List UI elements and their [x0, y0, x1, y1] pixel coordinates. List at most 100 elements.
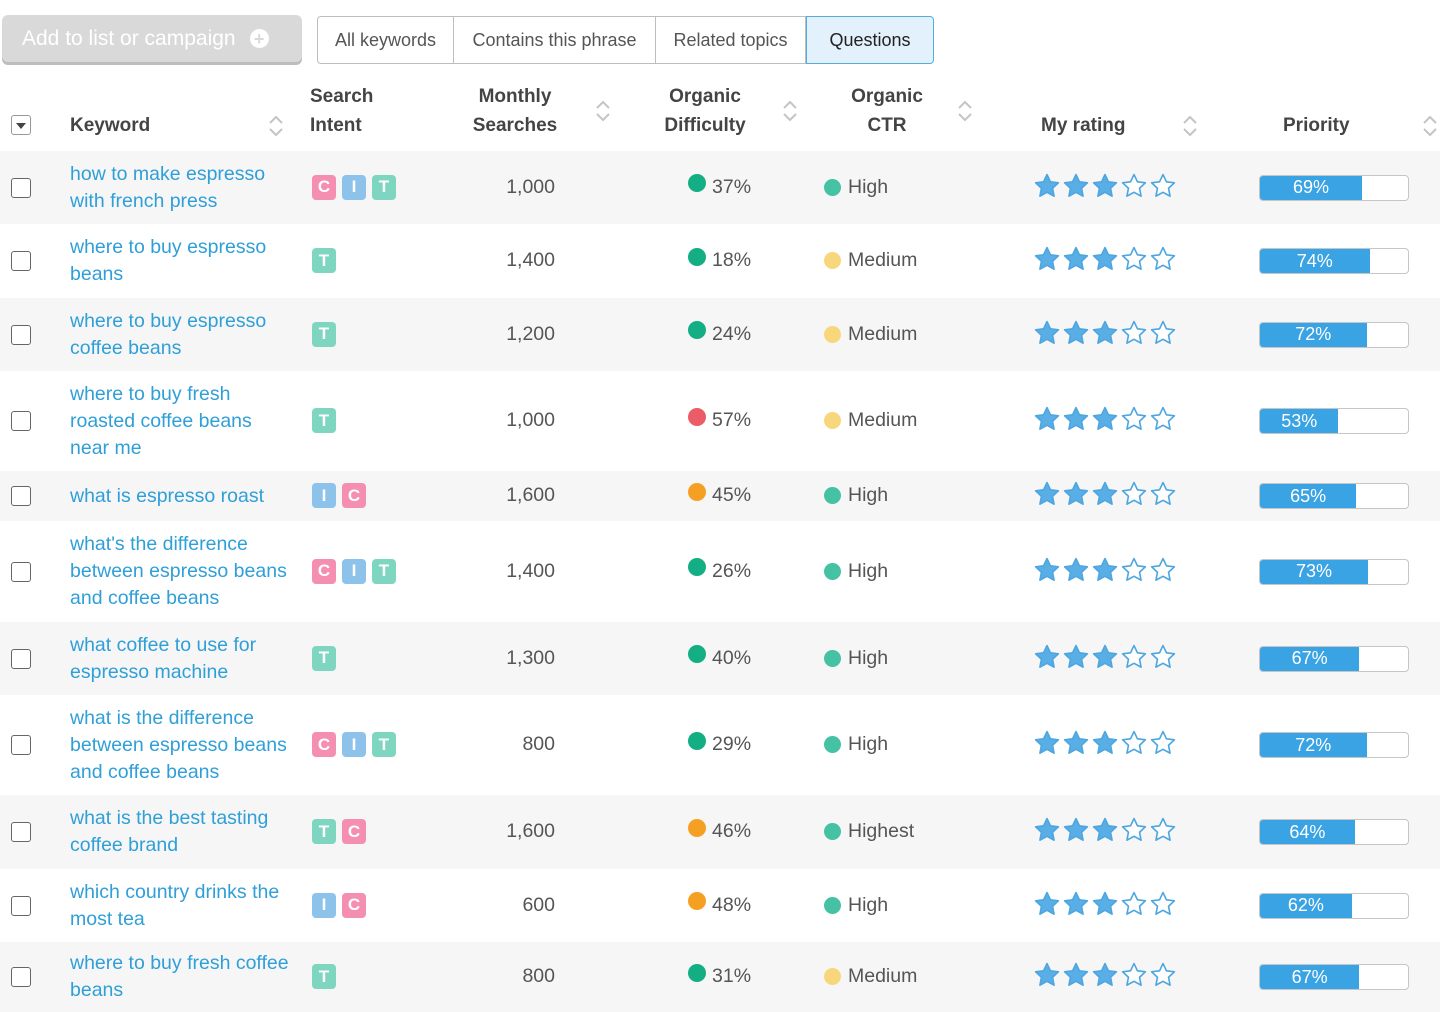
star-filled-icon[interactable] [1033, 245, 1061, 278]
header-organic-ctr[interactable]: Organic CTR [832, 82, 942, 140]
my-rating-stars[interactable] [1033, 556, 1177, 589]
sort-keyword-icon[interactable] [268, 114, 284, 138]
star-filled-icon[interactable] [1091, 245, 1119, 278]
header-keyword[interactable]: Keyword [70, 111, 150, 140]
star-filled-icon[interactable] [1033, 405, 1061, 438]
star-empty-icon[interactable] [1149, 816, 1177, 849]
star-empty-icon[interactable] [1120, 816, 1148, 849]
row-checkbox[interactable] [11, 648, 31, 669]
star-filled-icon[interactable] [1033, 319, 1061, 352]
star-filled-icon[interactable] [1033, 172, 1061, 205]
row-checkbox[interactable] [11, 324, 31, 345]
star-filled-icon[interactable] [1091, 172, 1119, 205]
star-filled-icon[interactable] [1062, 961, 1090, 994]
star-empty-icon[interactable] [1149, 480, 1177, 513]
header-monthly-searches[interactable]: Monthly Searches [460, 82, 570, 140]
my-rating-stars[interactable] [1033, 890, 1177, 923]
my-rating-stars[interactable] [1033, 816, 1177, 849]
my-rating-stars[interactable] [1033, 245, 1177, 278]
row-checkbox[interactable] [11, 411, 31, 431]
star-empty-icon[interactable] [1149, 405, 1177, 438]
star-empty-icon[interactable] [1149, 643, 1177, 676]
tab-all-keywords[interactable]: All keywords [317, 16, 454, 64]
star-empty-icon[interactable] [1120, 729, 1148, 762]
row-checkbox[interactable] [11, 486, 31, 506]
sort-ctr-icon[interactable] [957, 99, 973, 123]
star-filled-icon[interactable] [1062, 729, 1090, 762]
keyword-link[interactable]: how to make espresso with french press [70, 161, 295, 215]
star-filled-icon[interactable] [1091, 319, 1119, 352]
star-filled-icon[interactable] [1062, 556, 1090, 589]
star-filled-icon[interactable] [1033, 480, 1061, 513]
keyword-link[interactable]: what is the difference between espresso … [70, 705, 295, 786]
star-empty-icon[interactable] [1120, 245, 1148, 278]
star-filled-icon[interactable] [1062, 816, 1090, 849]
star-filled-icon[interactable] [1062, 643, 1090, 676]
star-filled-icon[interactable] [1033, 643, 1061, 676]
star-filled-icon[interactable] [1062, 480, 1090, 513]
star-filled-icon[interactable] [1033, 556, 1061, 589]
keyword-link[interactable]: what coffee to use for espresso machine [70, 632, 295, 686]
keyword-link[interactable]: what is espresso roast [70, 483, 295, 510]
star-filled-icon[interactable] [1033, 890, 1061, 923]
star-filled-icon[interactable] [1033, 816, 1061, 849]
star-empty-icon[interactable] [1149, 556, 1177, 589]
keyword-link[interactable]: where to buy fresh coffee beans [70, 950, 295, 1004]
star-empty-icon[interactable] [1149, 729, 1177, 762]
star-filled-icon[interactable] [1062, 319, 1090, 352]
add-to-list-button[interactable]: Add to list or campaign + [2, 15, 302, 62]
select-all-dropdown-checkbox[interactable] [11, 115, 31, 135]
row-checkbox[interactable] [11, 251, 31, 271]
my-rating-stars[interactable] [1033, 319, 1177, 352]
star-empty-icon[interactable] [1120, 961, 1148, 994]
keyword-link[interactable]: which country drinks the most tea [70, 879, 295, 933]
row-checkbox[interactable] [11, 735, 31, 755]
row-checkbox[interactable] [11, 561, 31, 582]
star-empty-icon[interactable] [1149, 319, 1177, 352]
tab-related-topics[interactable]: Related topics [656, 16, 806, 64]
star-filled-icon[interactable] [1033, 961, 1061, 994]
star-empty-icon[interactable] [1149, 172, 1177, 205]
my-rating-stars[interactable] [1033, 643, 1177, 676]
star-filled-icon[interactable] [1033, 729, 1061, 762]
star-filled-icon[interactable] [1062, 172, 1090, 205]
sort-monthly-icon[interactable] [595, 99, 611, 123]
header-my-rating[interactable]: My rating [1041, 111, 1125, 140]
tab-questions[interactable]: Questions [806, 16, 934, 64]
sort-rating-icon[interactable] [1182, 114, 1198, 138]
keyword-link[interactable]: what is the best tasting coffee brand [70, 805, 295, 859]
header-organic-difficulty[interactable]: Organic Difficulty [650, 82, 760, 140]
star-filled-icon[interactable] [1091, 890, 1119, 923]
sort-difficulty-icon[interactable] [782, 99, 798, 123]
star-filled-icon[interactable] [1091, 405, 1119, 438]
star-empty-icon[interactable] [1149, 890, 1177, 923]
row-checkbox[interactable] [11, 177, 31, 198]
star-filled-icon[interactable] [1091, 480, 1119, 513]
star-filled-icon[interactable] [1091, 961, 1119, 994]
keyword-link[interactable]: where to buy espresso beans [70, 234, 295, 288]
star-filled-icon[interactable] [1062, 405, 1090, 438]
my-rating-stars[interactable] [1033, 480, 1177, 513]
star-filled-icon[interactable] [1091, 643, 1119, 676]
star-filled-icon[interactable] [1062, 245, 1090, 278]
star-filled-icon[interactable] [1091, 556, 1119, 589]
row-checkbox[interactable] [11, 822, 31, 842]
my-rating-stars[interactable] [1033, 729, 1177, 762]
header-priority[interactable]: Priority [1283, 111, 1350, 140]
star-empty-icon[interactable] [1120, 556, 1148, 589]
tab-contains-phrase[interactable]: Contains this phrase [454, 16, 656, 64]
star-empty-icon[interactable] [1120, 405, 1148, 438]
star-empty-icon[interactable] [1120, 172, 1148, 205]
my-rating-stars[interactable] [1033, 405, 1177, 438]
star-filled-icon[interactable] [1091, 816, 1119, 849]
row-checkbox[interactable] [11, 967, 31, 987]
my-rating-stars[interactable] [1033, 172, 1177, 205]
keyword-link[interactable]: what's the difference between espresso b… [70, 531, 295, 612]
keyword-link[interactable]: where to buy fresh roasted coffee beans … [70, 381, 295, 462]
star-empty-icon[interactable] [1149, 961, 1177, 994]
keyword-link[interactable]: where to buy espresso coffee beans [70, 308, 295, 362]
star-empty-icon[interactable] [1120, 890, 1148, 923]
star-filled-icon[interactable] [1091, 729, 1119, 762]
sort-priority-icon[interactable] [1422, 114, 1438, 138]
star-filled-icon[interactable] [1062, 890, 1090, 923]
